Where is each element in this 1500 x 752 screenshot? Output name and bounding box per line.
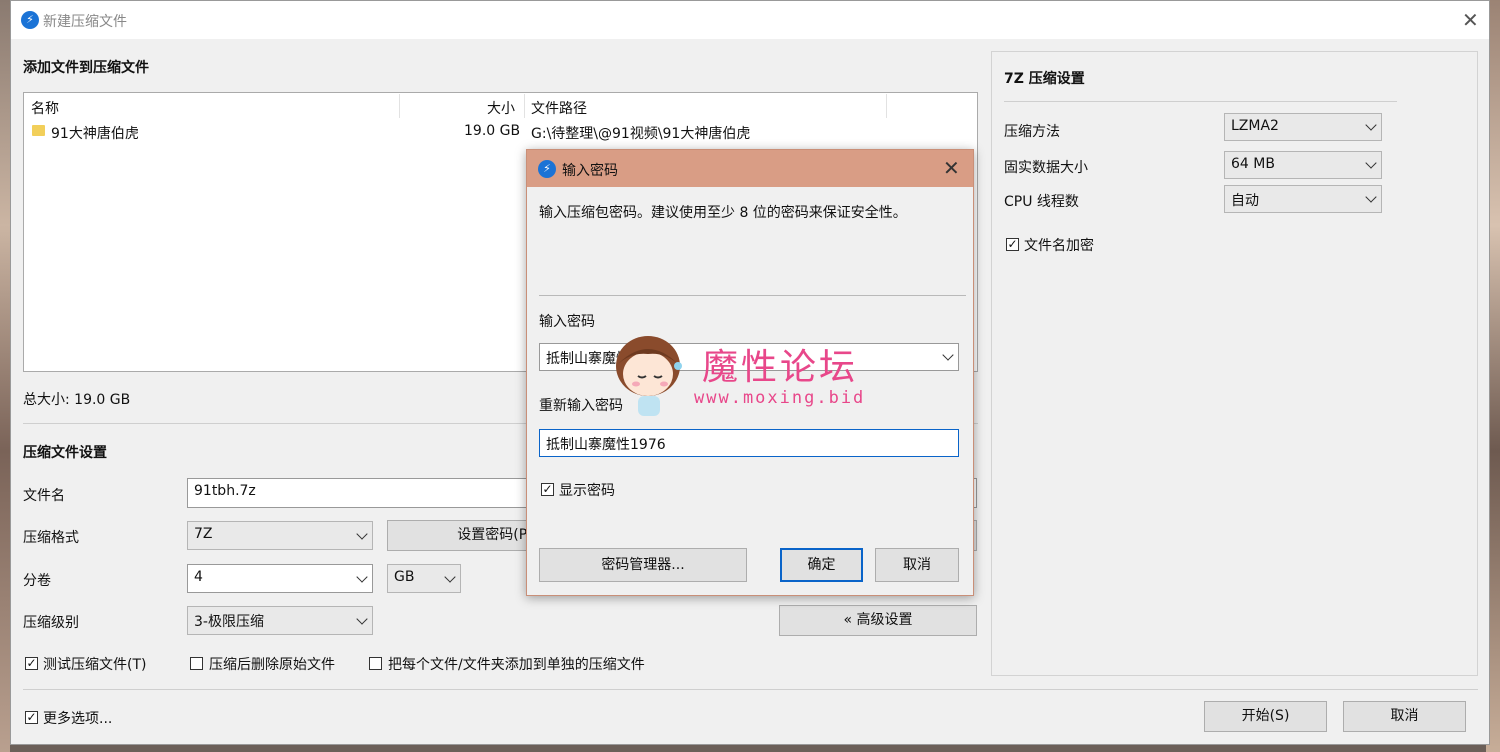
- threads-label: CPU 线程数: [1004, 194, 1079, 210]
- test-archive-label: 测试压缩文件(T): [43, 657, 147, 673]
- settings-heading: 压缩文件设置: [23, 445, 107, 461]
- cancel-label: 取消: [1390, 708, 1419, 724]
- background-left: [0, 0, 10, 752]
- threads-value: 自动: [1231, 193, 1259, 209]
- volume-combo[interactable]: 4: [187, 564, 373, 593]
- app-icon: ⚡: [538, 160, 556, 178]
- advanced-settings-label: « 高级设置: [843, 612, 913, 628]
- dialog-cancel-button[interactable]: 取消: [875, 548, 959, 582]
- dialog-title: 输入密码: [562, 163, 618, 179]
- filename-label: 文件名: [23, 488, 65, 504]
- chevron-down-icon: [356, 527, 368, 540]
- column-divider[interactable]: [524, 94, 525, 118]
- chevron-down-icon: [1365, 191, 1377, 203]
- volume-value: 4: [194, 569, 203, 585]
- folder-icon: [32, 125, 45, 136]
- watermark-url: www.moxing.bid: [694, 388, 866, 408]
- chevron-down-icon: [356, 612, 368, 625]
- column-path[interactable]: 文件路径: [531, 98, 587, 118]
- chevron-down-icon: [1365, 119, 1377, 131]
- ok-label: 确定: [807, 557, 836, 573]
- watermark-text: 魔性论坛: [702, 347, 859, 388]
- dialog-cancel-label: 取消: [903, 557, 931, 573]
- advanced-settings-button[interactable]: « 高级设置: [779, 605, 977, 636]
- watermark-logo: 魔性论坛 www.moxing.bid: [604, 324, 894, 424]
- checkbox-checked-icon[interactable]: ✓: [1006, 238, 1019, 251]
- ok-button[interactable]: 确定: [780, 548, 863, 582]
- solid-select[interactable]: 64 MB: [1224, 151, 1382, 179]
- password-manager-label: 密码管理器...: [601, 557, 685, 573]
- method-value: LZMA2: [1231, 118, 1279, 134]
- threads-select[interactable]: 自动: [1224, 185, 1382, 213]
- file-path: G:\待整理\@91视频\91大神唐伯虎: [531, 126, 751, 142]
- checkbox-checked-icon[interactable]: ✓: [541, 483, 554, 496]
- show-password-label: 显示密码: [559, 483, 615, 499]
- close-icon[interactable]: ✕: [1462, 8, 1479, 32]
- format-select[interactable]: 7Z: [187, 521, 373, 550]
- encrypt-names-label: 文件名加密: [1024, 238, 1094, 254]
- level-value: 3-极限压缩: [194, 614, 264, 630]
- checkbox-unchecked-icon[interactable]: [369, 657, 382, 670]
- window-title: 新建压缩文件: [43, 14, 127, 30]
- seven-z-settings-panel: 7Z 压缩设置 压缩方法 LZMA2 固实数据大小 64 MB CPU 线程数 …: [991, 51, 1478, 676]
- solid-label: 固实数据大小: [1004, 160, 1088, 176]
- checkbox-unchecked-icon[interactable]: [190, 657, 203, 670]
- delete-after-label: 压缩后删除原始文件: [209, 657, 335, 673]
- format-value: 7Z: [194, 526, 213, 542]
- cancel-button[interactable]: 取消: [1343, 701, 1466, 732]
- file-size: 19.0 GB: [464, 123, 521, 139]
- volume-unit: GB: [394, 569, 415, 585]
- start-label: 开始(S): [1241, 708, 1290, 724]
- more-options-label: 更多选项...: [43, 711, 113, 727]
- volume-label: 分卷: [23, 573, 51, 589]
- divider: [1004, 101, 1397, 102]
- close-icon[interactable]: ✕: [943, 156, 960, 180]
- password-label: 输入密码: [539, 314, 595, 330]
- dialog-titlebar: ⚡ 输入密码 ✕: [527, 150, 973, 187]
- chevron-down-icon: [942, 349, 954, 361]
- divider: [539, 295, 966, 296]
- add-files-heading: 添加文件到压缩文件: [23, 60, 149, 76]
- total-size: 总大小: 19.0 GB: [23, 392, 131, 408]
- level-select[interactable]: 3-极限压缩: [187, 606, 373, 635]
- divider: [23, 689, 1478, 690]
- chevron-down-icon: [1365, 157, 1377, 169]
- column-divider[interactable]: [399, 94, 400, 118]
- level-label: 压缩级别: [23, 615, 79, 631]
- checkbox-checked-icon[interactable]: ✓: [25, 657, 38, 670]
- seven-z-heading: 7Z 压缩设置: [1004, 71, 1085, 87]
- reenter-password-input[interactable]: 抵制山寨魔性1976: [539, 429, 959, 457]
- chevron-down-icon: [444, 570, 456, 583]
- column-name[interactable]: 名称: [31, 98, 59, 118]
- window-titlebar: ⚡ 新建压缩文件 ✕: [11, 1, 1489, 39]
- volume-unit-select[interactable]: GB: [387, 564, 461, 593]
- solid-value: 64 MB: [1231, 156, 1275, 172]
- password-manager-button[interactable]: 密码管理器...: [539, 548, 747, 582]
- method-select[interactable]: LZMA2: [1224, 113, 1382, 141]
- separate-archives-label: 把每个文件/文件夹添加到单独的压缩文件: [388, 657, 645, 673]
- checkbox-checked-icon[interactable]: ✓: [25, 711, 38, 724]
- column-size[interactable]: 大小: [487, 98, 515, 118]
- dialog-description: 输入压缩包密码。建议使用至少 8 位的密码来保证安全性。: [539, 205, 907, 221]
- format-label: 压缩格式: [23, 530, 79, 546]
- column-divider[interactable]: [886, 94, 887, 118]
- method-label: 压缩方法: [1004, 124, 1060, 140]
- chevron-down-icon: [356, 570, 368, 583]
- file-name: 91大神唐伯虎: [51, 126, 139, 142]
- app-icon: ⚡: [21, 11, 39, 29]
- start-button[interactable]: 开始(S): [1204, 701, 1327, 732]
- mascot-icon: [616, 336, 682, 416]
